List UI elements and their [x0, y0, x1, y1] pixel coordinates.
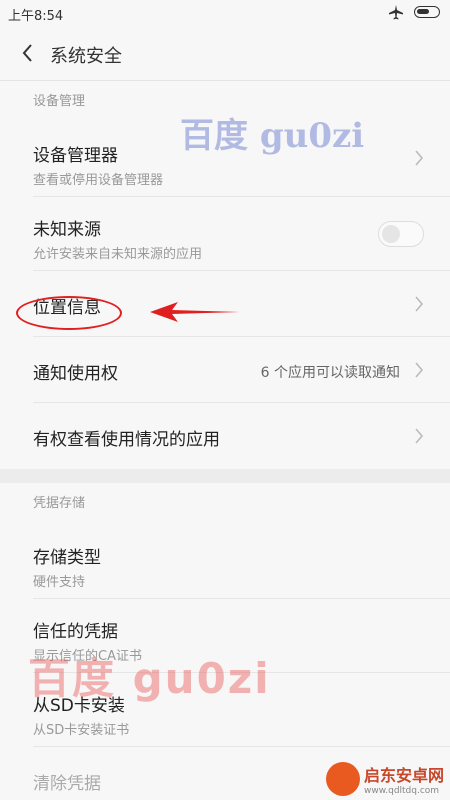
- watermark-top: 百度 gu0zi: [180, 116, 365, 156]
- item-title: 通知使用权: [33, 364, 118, 384]
- battery-icon: [414, 6, 440, 18]
- item-title: 存储类型: [33, 548, 101, 568]
- annotation-ellipse: [16, 296, 122, 330]
- item-subtitle: 查看或停用设备管理器: [33, 173, 164, 188]
- chevron-right-icon: [415, 428, 424, 444]
- airplane-icon: [389, 5, 403, 20]
- section-header-credential-storage: 凭据存储: [0, 483, 450, 525]
- watermark-bottom: 百度 gu0zi: [28, 654, 271, 703]
- list-item-notification-access[interactable]: 通知使用权 6 个应用可以读取通知: [0, 337, 450, 403]
- list-item-unknown-sources[interactable]: 未知来源 允许安装来自未知来源的应用: [0, 197, 450, 271]
- toggle-knob: [382, 225, 400, 243]
- section-gap: [0, 469, 450, 483]
- logo-url: www.qdltdq.com: [363, 786, 440, 796]
- chevron-right-icon: [415, 150, 424, 166]
- chevron-right-icon: [415, 362, 424, 378]
- status-time: 上午8:54: [8, 9, 64, 24]
- app-bar: 系统安全: [0, 28, 450, 81]
- item-title: 清除凭据: [33, 774, 101, 794]
- page-title: 系统安全: [50, 46, 122, 67]
- list-item-storage-type[interactable]: 存储类型 硬件支持: [0, 525, 450, 599]
- item-title: 设备管理器: [33, 146, 118, 166]
- status-icons: [388, 4, 440, 20]
- item-subtitle: 硬件支持: [33, 575, 86, 590]
- item-subtitle: 允许安装来自未知来源的应用: [33, 247, 203, 262]
- item-title: 未知来源: [33, 220, 101, 240]
- chevron-right-icon: [415, 296, 424, 312]
- annotation-arrow-icon: [150, 302, 240, 322]
- item-title: 有权查看使用情况的应用: [33, 430, 220, 450]
- item-subtitle: 从SD卡安装证书: [33, 723, 130, 738]
- corner-logo: 启东安卓网 www.qdltdq.com: [325, 762, 444, 796]
- back-arrow-icon[interactable]: [16, 40, 42, 66]
- unknown-sources-toggle[interactable]: [378, 221, 424, 247]
- logo-name: 启东安卓网: [363, 766, 444, 785]
- status-bar: 上午8:54: [0, 0, 450, 28]
- list-item-usage-access[interactable]: 有权查看使用情况的应用: [0, 403, 450, 469]
- logo-icon: [325, 762, 360, 796]
- item-title: 信任的凭据: [33, 622, 118, 642]
- item-value: 6 个应用可以读取通知: [260, 365, 400, 381]
